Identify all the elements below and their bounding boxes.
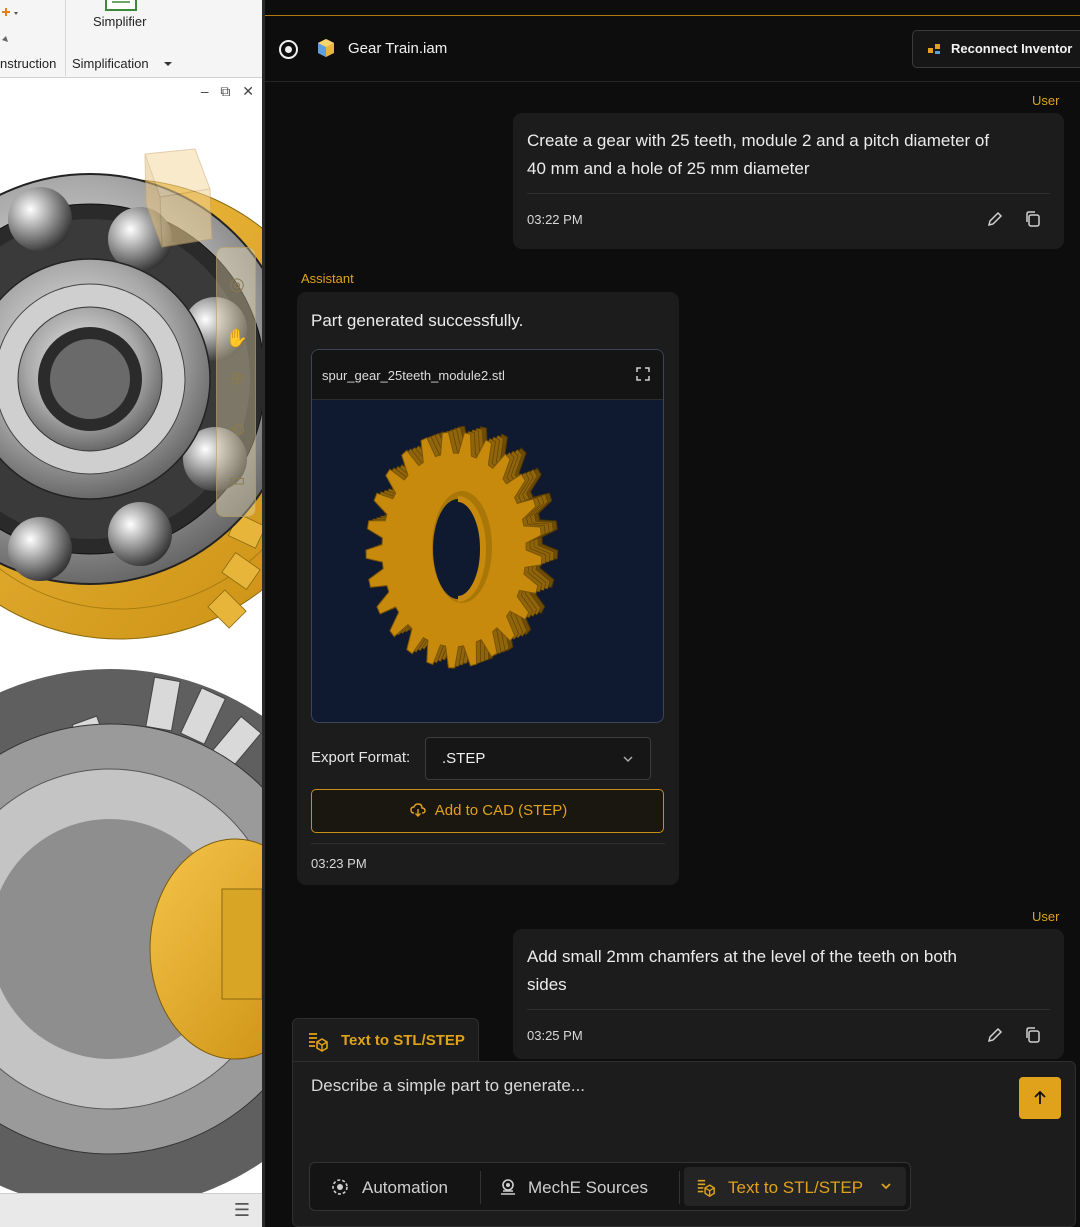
ribbon-separator xyxy=(65,0,66,76)
message-timestamp: 03:22 PM xyxy=(527,212,583,227)
inventor-plug-icon xyxy=(928,44,940,54)
edit-pencil-icon[interactable] xyxy=(985,209,1005,229)
user-message: Create a gear with 25 teeth, module 2 an… xyxy=(513,113,1064,249)
cloud-download-icon xyxy=(410,803,426,817)
stl-model-viewer[interactable]: spur_gear_25teeth_module2.stl xyxy=(311,349,664,723)
export-format-select[interactable]: .STEP xyxy=(425,737,651,780)
stl-step-icon xyxy=(309,1033,328,1052)
stl-file-name: spur_gear_25teeth_module2.stl xyxy=(322,368,505,383)
toolbar-separator xyxy=(679,1171,680,1204)
edit-pencil-icon[interactable] xyxy=(985,1025,1005,1045)
steering-wheel-icon[interactable]: ◎ xyxy=(225,272,249,296)
automation-icon xyxy=(332,1179,348,1195)
chevron-down-icon[interactable] xyxy=(880,1182,892,1192)
assistant-message: Part generated successfully. spur_gear_2… xyxy=(297,292,679,885)
chevron-down-icon xyxy=(623,756,633,763)
message-text-line: Create a gear with 25 teeth, module 2 an… xyxy=(527,131,990,150)
sources-icon xyxy=(501,1179,515,1195)
copy-icon[interactable] xyxy=(1023,1025,1043,1045)
viewer-header: spur_gear_25teeth_module2.stl xyxy=(312,350,663,400)
send-button[interactable] xyxy=(1019,1077,1061,1119)
message-divider xyxy=(311,843,665,844)
toolbar-separator xyxy=(480,1171,481,1204)
panel-header: Gear Train.iam Reconnect Inventor xyxy=(265,16,1080,82)
active-mode-tab[interactable]: Text to STL/STEP xyxy=(292,1018,479,1062)
user-message: Add small 2mm chamfers at the level of t… xyxy=(513,929,1064,1059)
cad-viewport[interactable]: – ⧉ ✕ ◎ ✋ ⊕ ⟲ ▭ xyxy=(0,79,262,1193)
pan-icon[interactable]: ✋ xyxy=(225,326,249,350)
export-format-label: Export Format: xyxy=(311,749,411,766)
simplification-group-label[interactable]: Simplification xyxy=(72,56,149,71)
active-mode-label: Text to STL/STEP xyxy=(341,1032,465,1049)
connection-status-icon xyxy=(279,40,298,59)
message-timestamp: 03:23 PM xyxy=(311,856,367,871)
text-to-stl-step-mode-button[interactable]: Text to STL/STEP xyxy=(684,1167,906,1206)
message-text: Part generated successfully. xyxy=(311,311,524,330)
message-role-label: Assistant xyxy=(301,271,354,286)
mode-toolbar: Automation MechE Sources Text to STL/STE xyxy=(309,1162,911,1211)
message-composer: Automation MechE Sources Text to STL/STE xyxy=(292,1061,1076,1227)
fullscreen-expand-icon[interactable] xyxy=(635,366,651,382)
text-to-stl-step-mode-label: Text to STL/STEP xyxy=(728,1178,864,1197)
ribbon-toolbar: Simplifier nstruction Simplification xyxy=(0,0,262,78)
export-format-value: .STEP xyxy=(442,750,486,767)
add-to-cad-button[interactable]: Add to CAD (STEP) xyxy=(311,789,664,833)
message-role-label: User xyxy=(1032,909,1060,924)
look-at-icon[interactable]: ▭ xyxy=(225,468,249,492)
simplifier-tool-label[interactable]: Simplifier xyxy=(93,14,146,29)
message-timestamp: 03:25 PM xyxy=(527,1028,583,1043)
window-controls[interactable]: – ⧉ ✕ xyxy=(201,83,258,100)
chevron-down-icon[interactable] xyxy=(163,60,173,68)
message-text-line: Add small 2mm chamfers at the level of t… xyxy=(527,947,957,966)
cad-application: Simplifier nstruction Simplification – ⧉… xyxy=(0,0,262,1227)
construction-group-label: nstruction xyxy=(0,56,57,71)
arrow-up-icon xyxy=(1034,1090,1046,1104)
reconnect-inventor-button[interactable]: Reconnect Inventor xyxy=(912,30,1080,68)
cad-status-bar: ☰ xyxy=(0,1193,262,1227)
copy-icon[interactable] xyxy=(1023,209,1043,229)
meche-sources-mode-button[interactable]: MechE Sources xyxy=(486,1167,676,1206)
stl-step-icon xyxy=(697,1179,715,1197)
assembly-file-name: Gear Train.iam xyxy=(348,40,448,57)
hamburger-menu-icon[interactable]: ☰ xyxy=(234,1200,250,1221)
message-divider xyxy=(527,1009,1050,1010)
gear-3d-preview xyxy=(365,425,559,669)
orbit-icon[interactable]: ⟲ xyxy=(225,418,249,442)
prompt-input[interactable] xyxy=(311,1076,1001,1136)
assembly-file-icon xyxy=(318,39,334,57)
message-text-line: sides xyxy=(527,975,567,994)
meche-sources-mode-label: MechE Sources xyxy=(528,1178,648,1197)
message-text-line: 40 mm and a hole of 25 mm diameter xyxy=(527,159,810,178)
automation-mode-button[interactable]: Automation xyxy=(316,1167,476,1206)
assistant-panel: Gear Train.iam Reconnect Inventor User C… xyxy=(265,0,1080,1227)
message-role-label: User xyxy=(1032,93,1060,108)
zoom-icon[interactable]: ⊕ xyxy=(225,366,249,390)
navigation-bar: ◎ ✋ ⊕ ⟲ ▭ xyxy=(216,247,256,517)
add-to-cad-label: Add to CAD (STEP) xyxy=(434,802,568,819)
message-divider xyxy=(527,193,1050,194)
automation-mode-label: Automation xyxy=(362,1178,448,1197)
construction-tool-icon[interactable] xyxy=(0,4,24,48)
add-to-cad-content: Add to CAD (STEP) xyxy=(312,790,665,832)
simplifier-icon[interactable] xyxy=(104,0,140,12)
reconnect-inventor-label: Reconnect Inventor xyxy=(951,41,1073,56)
